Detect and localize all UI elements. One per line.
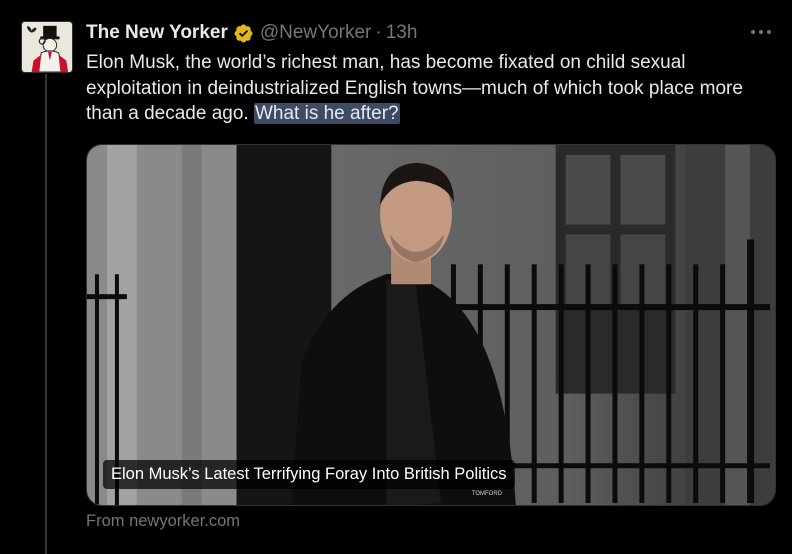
separator-dot: · [375, 22, 382, 43]
timestamp[interactable]: 13h [386, 22, 418, 44]
author-handle[interactable]: @NewYorker [260, 22, 372, 44]
card-image: TOMFORD [87, 145, 775, 505]
avatar[interactable] [21, 21, 73, 73]
tweet-header: The New Yorker @NewYorker · 13h [86, 20, 417, 46]
link-card[interactable]: TOMFORD Elon Musk’s Latest Terrifying Fo… [86, 144, 776, 506]
verified-badge-icon [233, 23, 254, 44]
thread-line [45, 74, 47, 554]
card-title[interactable]: Elon Musk’s Latest Terrifying Foray Into… [103, 460, 515, 489]
shirt-label: TOMFORD [472, 491, 503, 497]
card-source[interactable]: From newyorker.com [86, 512, 240, 531]
new-yorker-logo-icon [22, 22, 72, 72]
tweet-text: Elon Musk, the world’s richest man, has … [86, 50, 776, 127]
tweet-text-highlight: What is he after? [253, 103, 400, 124]
tweet-text-body: Elon Musk, the world’s richest man, has … [86, 52, 743, 124]
author-name[interactable]: The New Yorker [86, 22, 228, 44]
more-options-icon[interactable] [748, 22, 774, 42]
